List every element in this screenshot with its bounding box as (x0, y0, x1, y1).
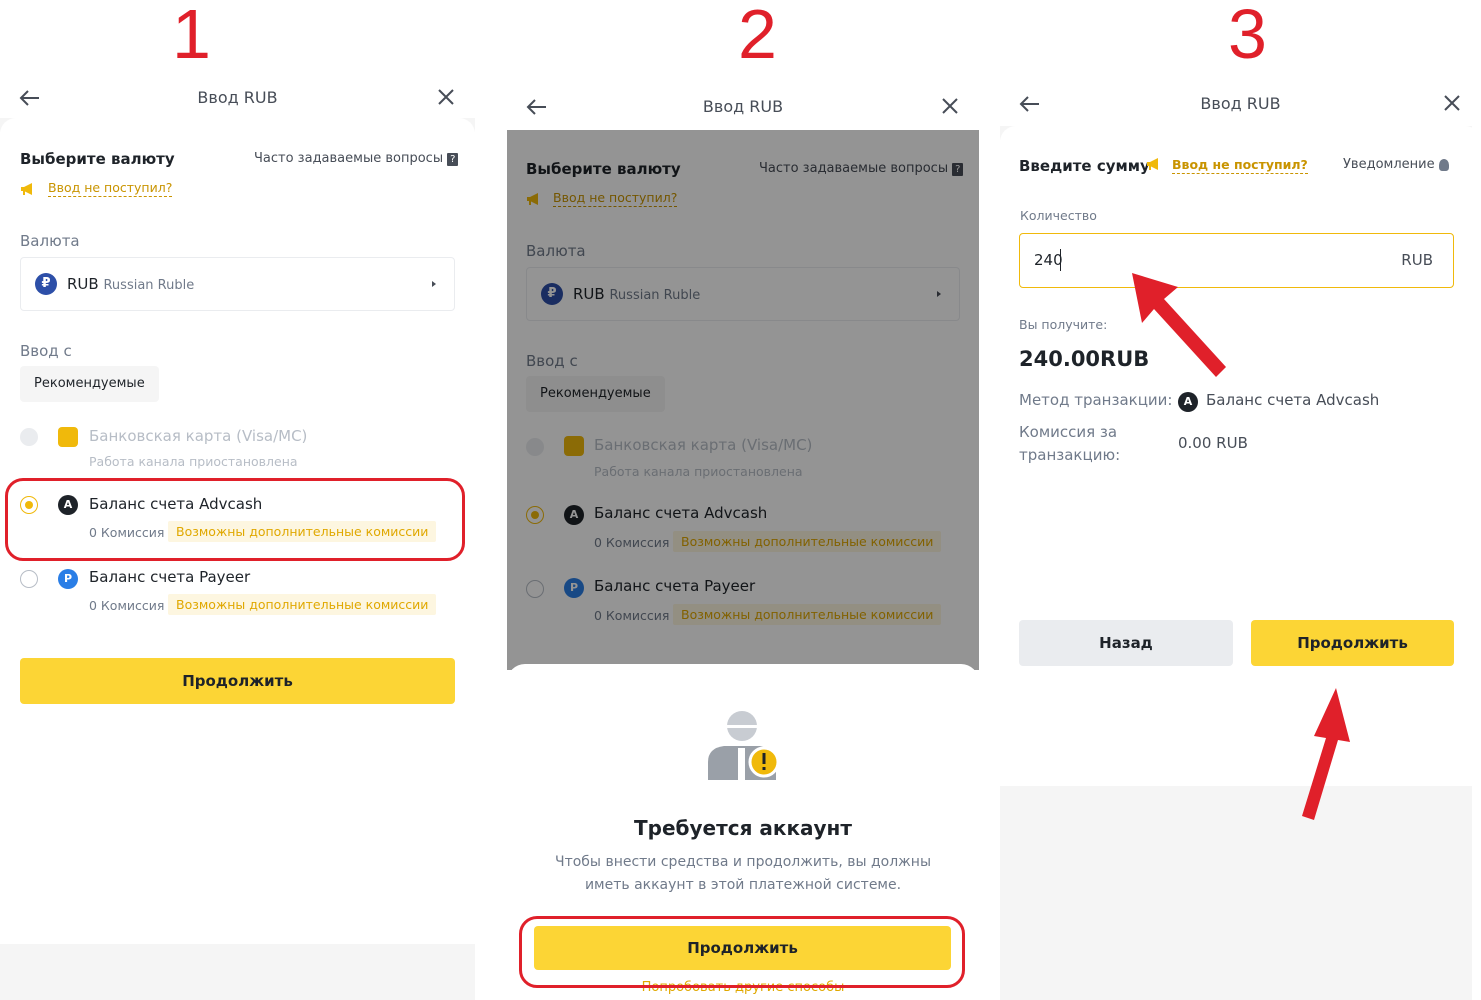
annotation-arrow-up (1302, 688, 1350, 820)
ruble-icon: ₽ (35, 273, 57, 295)
method-label: Метод транзакции: (1019, 391, 1173, 409)
method-name-bank-card: Банковская карта (Visa/MC) (89, 427, 308, 445)
modal-title: Требуется аккаунт (634, 816, 852, 840)
currency-value: RUB Russian Ruble (67, 275, 195, 293)
notification-link[interactable]: Уведомление (1343, 157, 1449, 172)
screen-3: Ввод RUB Введите сумму Ввод не поступил?… (1000, 0, 1481, 1000)
commission-payeer: 0 Комиссия (89, 598, 165, 613)
page-title: Ввод RUB (197, 88, 278, 107)
fee-label-2: транзакцию: (1019, 446, 1121, 464)
account-warning-icon (708, 711, 780, 780)
continue-button[interactable]: Продолжить (1251, 620, 1454, 666)
quantity-value: 240 (1034, 251, 1063, 269)
megaphone-icon (1147, 158, 1158, 170)
page-title: Ввод RUB (1200, 94, 1281, 113)
enter-amount-title: Введите сумму (1019, 157, 1150, 175)
method-name-payeer[interactable]: Баланс счета Payeer (89, 568, 250, 586)
notification-label: Уведомление (1343, 157, 1435, 172)
header: Ввод RUB (507, 93, 979, 123)
bottom-area (1000, 786, 1472, 1000)
quantity-unit: RUB (1401, 251, 1433, 269)
megaphone-icon (21, 183, 32, 195)
you-get-label: Вы получите: (1019, 317, 1108, 332)
close-icon[interactable] (939, 95, 961, 117)
bank-card-icon (58, 427, 78, 447)
bulb-icon (1438, 158, 1449, 171)
method-status: Работа канала приостановлена (89, 454, 298, 469)
radio-payeer[interactable] (20, 570, 38, 588)
quantity-label: Количество (1020, 208, 1097, 223)
faq-link[interactable]: Часто задаваемые вопросы ? (254, 151, 459, 166)
payeer-icon: P (58, 569, 78, 589)
modal-backdrop[interactable] (507, 130, 979, 670)
back-button[interactable]: Назад (1019, 620, 1233, 666)
bottom-bar (0, 944, 475, 1000)
header: Ввод RUB (0, 84, 475, 114)
advcash-icon: A (1178, 392, 1198, 412)
extra-fees-tag-payeer: Возможны дополнительные комиссии (168, 594, 437, 615)
radio-bank-card (20, 428, 38, 446)
help-icon: ? (447, 153, 459, 166)
currency-label: Валюта (20, 232, 80, 250)
faq-label: Часто задаваемые вопросы (254, 151, 444, 166)
fee-label-1: Комиссия за (1019, 423, 1118, 441)
select-currency-title: Выберите валюту (20, 150, 175, 168)
highlight-annotation (5, 478, 465, 561)
deposit-from-label: Ввод с (20, 342, 72, 360)
currency-select[interactable]: ₽ RUB Russian Ruble (20, 257, 455, 311)
screen-1: Ввод RUB Выберите валюту Часто задаваемы… (0, 0, 475, 1000)
method-value: Баланс счета Advcash (1206, 391, 1380, 409)
recommended-tab[interactable]: Рекомендуемые (20, 366, 159, 402)
page-title: Ввод RUB (702, 97, 784, 116)
screen-2: Ввод RUB Выберите валюту Часто задаваемы… (507, 0, 979, 1000)
header: Ввод RUB (1000, 90, 1481, 120)
close-icon[interactable] (1441, 92, 1463, 114)
not-received-link[interactable]: Ввод не поступил? (48, 180, 173, 197)
caret-right-icon (432, 281, 436, 287)
fee-value: 0.00 RUB (1178, 434, 1248, 452)
text-cursor (1060, 249, 1061, 271)
close-icon[interactable] (435, 86, 457, 108)
modal-text-1: Чтобы внести средства и продолжить, вы д… (554, 854, 932, 870)
content-sheet: Введите сумму Ввод не поступил? Уведомле… (1000, 126, 1481, 786)
not-received-link[interactable]: Ввод не поступил? (1172, 157, 1308, 174)
modal-text-2: иметь аккаунт в этой платежной системе. (584, 877, 902, 893)
highlight-annotation (519, 916, 965, 988)
annotation-arrow-up-left (1132, 273, 1226, 377)
continue-button[interactable]: Продолжить (20, 658, 455, 704)
